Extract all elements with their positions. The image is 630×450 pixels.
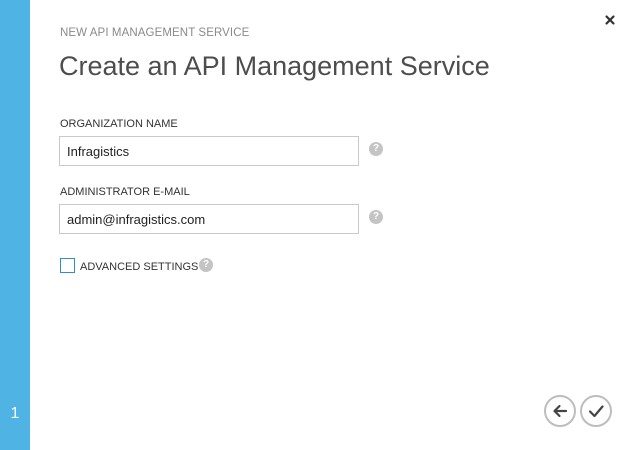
step-number: 1	[10, 405, 20, 422]
close-button[interactable]	[600, 10, 620, 30]
administrator-email-input[interactable]	[59, 204, 359, 234]
page-title: Create an API Management Service	[59, 51, 490, 81]
arrow-left-icon	[553, 404, 568, 418]
organization-name-input[interactable]	[59, 136, 359, 166]
complete-button[interactable]	[580, 395, 612, 427]
create-api-management-dialog: 1 NEW API MANAGEMENT SERVICE Create an A…	[0, 0, 630, 450]
organization-name-label: ORGANIZATION NAME	[60, 118, 178, 130]
advanced-settings-checkbox[interactable]	[60, 258, 75, 273]
checkmark-icon	[588, 405, 604, 418]
close-icon	[605, 15, 615, 25]
advanced-settings-label[interactable]: ADVANCED SETTINGS	[80, 261, 198, 273]
administrator-email-help-icon[interactable]: ?	[369, 210, 383, 224]
wizard-step-rail: 1	[0, 0, 30, 450]
back-button[interactable]	[544, 395, 576, 427]
organization-name-help-icon[interactable]: ?	[369, 142, 383, 156]
advanced-settings-help-icon[interactable]: ?	[199, 258, 213, 272]
administrator-email-label: ADMINISTRATOR E-MAIL	[60, 186, 190, 198]
section-label: NEW API MANAGEMENT SERVICE	[60, 27, 250, 39]
